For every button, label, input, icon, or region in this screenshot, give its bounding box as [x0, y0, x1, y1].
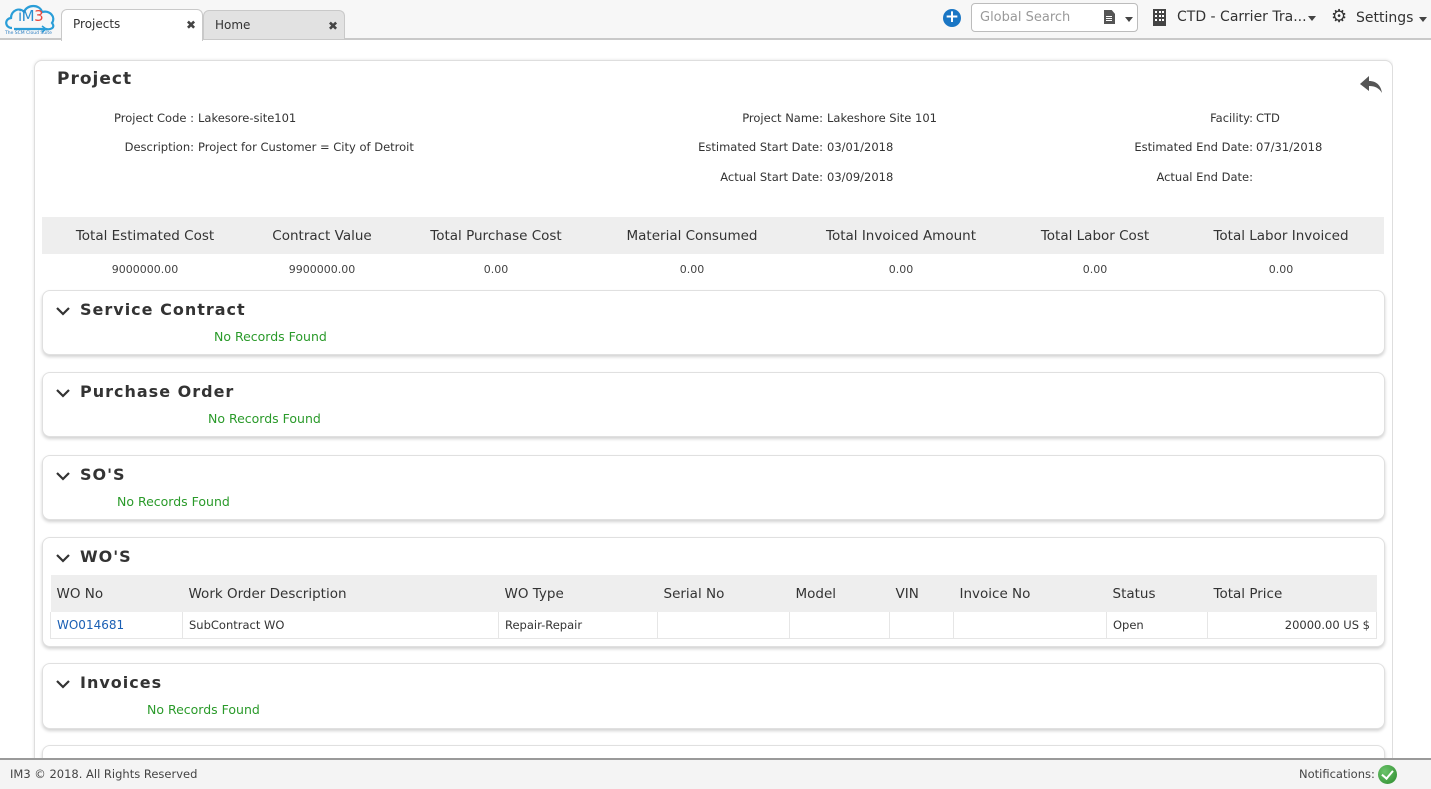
estimated-end-date-label: Estimated End Date:: [1134, 140, 1253, 154]
empty-message: No Records Found: [214, 329, 327, 344]
logo-tagline: The SCM Cloud Suite: [5, 31, 52, 36]
summary-header-cell: Total Estimated Cost: [75, 228, 215, 244]
facility-value: CTD: [1256, 111, 1280, 125]
tab-projects-label: Projects: [73, 17, 121, 31]
chevron-down-icon[interactable]: [55, 468, 71, 484]
actual-start-date-value: 03/09/2018: [827, 170, 894, 184]
section-title[interactable]: Invoices: [80, 673, 162, 692]
settings-menu[interactable]: Settings: [1356, 10, 1413, 26]
cost-summary-values: 9000000.00 9900000.00 0.00 0.00 0.00 0.0…: [42, 254, 1384, 286]
section-title[interactable]: WO'S: [80, 547, 132, 566]
plus-circle-icon[interactable]: +: [943, 9, 961, 27]
summary-value-cell: 9000000.00: [111, 263, 179, 276]
footer: IM3 © 2018. All Rights Reserved Notifica…: [0, 758, 1431, 789]
total-price-cell: 20000.00 US $: [1207, 612, 1377, 639]
column-header[interactable]: WO No: [50, 575, 183, 612]
summary-header-cell: Total Purchase Cost: [430, 228, 562, 244]
section-title[interactable]: Service Contract: [80, 300, 246, 319]
gear-icon[interactable]: ⚙: [1331, 8, 1347, 26]
summary-value-cell: 0.00: [888, 263, 914, 276]
project-name-value: Lakeshore Site 101: [827, 111, 937, 125]
tab-home-label: Home: [215, 18, 251, 32]
empty-message: No Records Found: [117, 494, 230, 509]
check-circle-icon[interactable]: [1378, 765, 1397, 784]
model-cell: [789, 612, 890, 639]
column-header[interactable]: WO Type: [498, 575, 658, 612]
chevron-down-icon[interactable]: [55, 676, 71, 692]
global-search-input[interactable]: [973, 5, 1098, 30]
page-scroll-area: [1393, 60, 1431, 758]
table-row: WO014681 SubContract WO Repair-Repair Op…: [50, 612, 1377, 639]
search-type-dropdown-caret-icon[interactable]: [1125, 17, 1133, 22]
column-header[interactable]: VIN: [889, 575, 954, 612]
column-header[interactable]: Total Price: [1207, 575, 1377, 612]
page-title: Project: [57, 69, 133, 89]
estimated-end-date-value: 07/31/2018: [1256, 140, 1323, 154]
reply-arrow-icon[interactable]: [1359, 74, 1383, 94]
service-contract-section: Service Contract No Records Found: [42, 290, 1385, 355]
close-icon[interactable]: ✖: [328, 19, 338, 33]
actual-end-date-label: Actual End Date:: [1156, 170, 1253, 184]
serial-no-cell: [657, 612, 790, 639]
invoice-no-cell: [953, 612, 1107, 639]
chevron-down-icon[interactable]: [1419, 17, 1427, 22]
purchase-order-section: Purchase Order No Records Found: [42, 372, 1385, 437]
logo-text: iM3: [18, 7, 44, 25]
facility-label: Facility:: [1210, 111, 1253, 125]
actual-start-date-label: Actual Start Date:: [720, 170, 823, 184]
table-header-row: WO No Work Order Description WO Type Ser…: [50, 575, 1377, 612]
copyright-text: IM3 © 2018. All Rights Reserved: [10, 767, 198, 781]
summary-value-cell: 9900000.00: [288, 263, 356, 276]
estimated-start-date-label: Estimated Start Date:: [698, 140, 823, 154]
column-header[interactable]: Invoice No: [953, 575, 1107, 612]
summary-value-cell: 0.00: [1082, 263, 1108, 276]
work-orders-table: WO No Work Order Description WO Type Ser…: [50, 575, 1377, 639]
global-search: [971, 3, 1138, 32]
chevron-down-icon[interactable]: [55, 550, 71, 566]
top-bar: iM3 The SCM Cloud Suite Projects ✖ Home …: [0, 0, 1431, 41]
project-code-value: Lakesore-site101: [198, 111, 297, 125]
column-header[interactable]: Work Order Description: [182, 575, 499, 612]
tab-home[interactable]: Home ✖: [203, 10, 345, 39]
chevron-down-icon[interactable]: [55, 303, 71, 319]
close-icon[interactable]: ✖: [186, 18, 196, 32]
chevron-down-icon[interactable]: [55, 385, 71, 401]
invoices-section: Invoices No Records Found: [42, 663, 1385, 729]
project-code-label: Project Code :: [114, 111, 194, 125]
summary-header-cell: Material Consumed: [626, 228, 758, 244]
column-header[interactable]: Model: [789, 575, 890, 612]
wo-type-cell: Repair-Repair: [498, 612, 658, 639]
work-orders-section: WO'S WO No Work Order Description WO Typ…: [42, 537, 1385, 647]
facility-selector[interactable]: CTD - Carrier Tra...: [1177, 9, 1307, 25]
summary-value-cell: 0.00: [483, 263, 509, 276]
summary-header-cell: Contract Value: [272, 228, 372, 244]
summary-header-cell: Total Labor Invoiced: [1213, 228, 1349, 244]
summary-value-cell: 0.00: [1268, 263, 1294, 276]
summary-value-cell: 0.00: [679, 263, 705, 276]
im3-logo[interactable]: iM3 The SCM Cloud Suite: [2, 1, 58, 38]
project-name-label: Project Name:: [742, 111, 823, 125]
section-title[interactable]: SO'S: [80, 465, 126, 484]
vin-cell: [889, 612, 954, 639]
document-icon[interactable]: [1104, 10, 1115, 24]
section-title[interactable]: Purchase Order: [80, 382, 234, 401]
column-header[interactable]: Serial No: [657, 575, 790, 612]
tab-projects[interactable]: Projects ✖: [61, 9, 203, 41]
wo-description-cell: SubContract WO: [182, 612, 499, 639]
notifications-label: Notifications:: [1299, 767, 1375, 781]
empty-message: No Records Found: [147, 702, 260, 717]
chevron-down-icon[interactable]: [1308, 16, 1316, 21]
wo-number-link[interactable]: WO014681: [50, 612, 183, 639]
estimated-start-date-value: 03/01/2018: [827, 140, 894, 154]
status-cell: Open: [1106, 612, 1208, 639]
sales-orders-section: SO'S No Records Found: [42, 455, 1385, 520]
description-value: Project for Customer = City of Detroit: [198, 140, 414, 154]
building-icon: [1153, 9, 1166, 26]
empty-message: No Records Found: [208, 411, 321, 426]
summary-header-cell: Total Invoiced Amount: [826, 228, 976, 244]
summary-header-cell: Total Labor Cost: [1040, 228, 1150, 244]
column-header[interactable]: Status: [1106, 575, 1208, 612]
description-label: Description:: [124, 140, 194, 154]
cost-summary-header: Total Estimated Cost Contract Value Tota…: [42, 217, 1384, 254]
